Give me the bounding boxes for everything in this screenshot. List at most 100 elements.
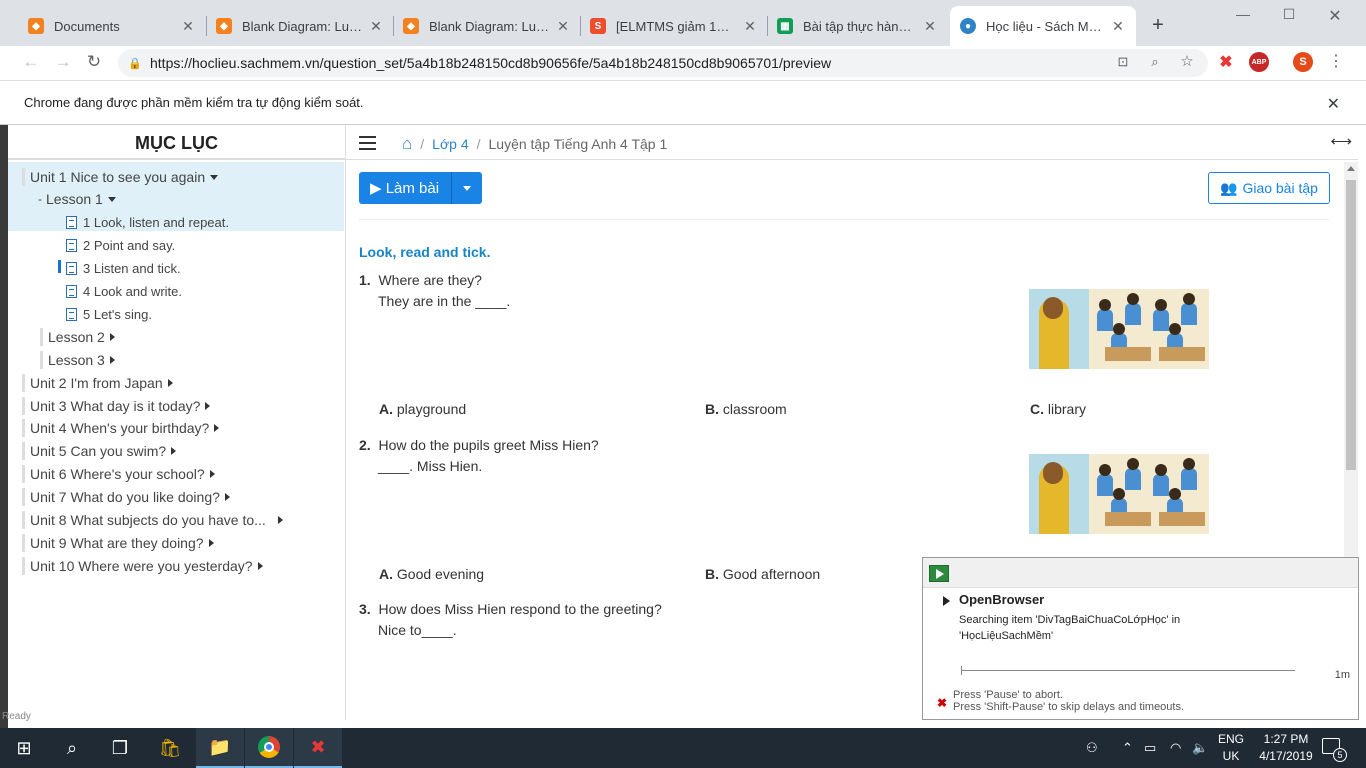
- lucidchart-icon: ◆: [403, 18, 419, 34]
- people-icon[interactable]: ⚇: [1086, 740, 1098, 756]
- close-window-button[interactable]: ✕: [1320, 6, 1350, 26]
- hamburger-menu-icon[interactable]: [359, 136, 376, 154]
- document-icon: [66, 307, 77, 321]
- sidebar-item-lesson-2[interactable]: Lesson 2: [40, 326, 115, 348]
- chevron-up-icon[interactable]: ⌃: [1122, 740, 1133, 756]
- abort-icon: ✖: [937, 696, 948, 710]
- close-icon[interactable]: ✕: [922, 18, 938, 35]
- sidebar-item-lesson-3[interactable]: Lesson 3: [40, 349, 115, 371]
- close-icon[interactable]: ✕: [555, 18, 571, 35]
- search-icon[interactable]: ⌕: [48, 728, 96, 768]
- expand-triangle-icon[interactable]: [943, 596, 950, 606]
- sidebar-item-unit-1[interactable]: Unit 1 Nice to see you again: [22, 166, 219, 188]
- lucidchart-icon: ◆: [216, 18, 232, 34]
- sidebar-item-unit-7[interactable]: Unit 7 What do you like doing?: [22, 486, 230, 508]
- users-icon: 👥: [1220, 179, 1238, 196]
- lock-icon: 🔒: [128, 58, 142, 70]
- sidebar-item-unit-3[interactable]: Unit 3 What day is it today?: [22, 395, 211, 417]
- forward-button[interactable]: →: [52, 52, 74, 72]
- caret-down-icon: [210, 174, 219, 180]
- breadcrumb-grade[interactable]: Lớp 4: [432, 136, 468, 152]
- chrome-icon[interactable]: [245, 728, 293, 768]
- sidebar-item-look-and-write[interactable]: 4 Look and write.: [66, 280, 182, 302]
- automation-tool-icon[interactable]: ✖: [294, 728, 342, 768]
- close-icon[interactable]: ✕: [1327, 94, 1340, 114]
- question-3-prompt: Nice to____.: [378, 622, 457, 638]
- caret-right-icon: [167, 379, 173, 387]
- tab-hoclieu[interactable]: ● Học liệu - Sách Mềm ✕: [950, 6, 1136, 46]
- sidebar-item-unit-2[interactable]: Unit 2 I'm from Japan: [22, 372, 173, 394]
- caret-right-icon: [109, 356, 115, 364]
- sidebar-item-listen-and-tick[interactable]: 3 Listen and tick.: [66, 257, 181, 279]
- option-1b[interactable]: B. classroom: [705, 401, 787, 417]
- question-2: 2. How do the pupils greet Miss Hien?: [359, 437, 599, 453]
- close-icon[interactable]: ✕: [180, 18, 196, 35]
- translate-icon[interactable]: ⊡: [1114, 54, 1132, 70]
- url-text: https://hoclieu.sachmem.vn/question_set/…: [150, 55, 832, 71]
- sidebar-item-point-and-say[interactable]: 2 Point and say.: [66, 234, 175, 256]
- sidebar-item-lesson-1[interactable]: - Lesson 1: [38, 188, 116, 210]
- sidebar-item-lets-sing[interactable]: 5 Let's sing.: [66, 303, 152, 325]
- infobar-text: Chrome đang được phần mềm kiểm tra tự độ…: [24, 95, 364, 110]
- address-bar[interactable]: 🔒 https://hoclieu.sachmem.vn/question_se…: [118, 49, 1208, 77]
- sidebar-item-look-listen-repeat[interactable]: 1 Look, listen and repeat.: [66, 211, 229, 233]
- new-tab-button[interactable]: +: [1148, 14, 1168, 37]
- sidebar: MỤC LỤC Unit 1 Nice to see you again - Le…: [8, 126, 346, 720]
- wifi-icon[interactable]: ◠: [1170, 740, 1181, 756]
- bookmark-star-icon[interactable]: ☆: [1178, 52, 1196, 70]
- sidebar-item-unit-9[interactable]: Unit 9 What are they doing?: [22, 532, 214, 554]
- windows-taskbar: ⊞ ⌕ ❐ 🛍 📁 ✖ ⚇ ⌃ ▭ ◠ 🔈 ENG UK 1:27 PM 4/17/…: [0, 728, 1366, 768]
- home-icon[interactable]: ⌂: [402, 134, 412, 154]
- file-explorer-icon[interactable]: 📁: [196, 728, 244, 768]
- option-2a[interactable]: A. Good evening: [379, 566, 484, 582]
- tab-documents[interactable]: ◆ Documents ✕: [18, 6, 206, 46]
- clock[interactable]: 1:27 PM 4/17/2019: [1258, 731, 1314, 765]
- profile-avatar[interactable]: S: [1293, 52, 1313, 72]
- dropdown-toggle[interactable]: [452, 172, 482, 204]
- windows-start-icon[interactable]: ⊞: [0, 728, 48, 768]
- close-icon[interactable]: ✕: [368, 18, 384, 35]
- battery-icon[interactable]: ▭: [1144, 740, 1156, 756]
- do-exercise-button[interactable]: ▶ Làm bài: [359, 172, 483, 204]
- caret-right-icon: [171, 447, 177, 455]
- volume-icon[interactable]: 🔈: [1192, 740, 1208, 756]
- question-1: 1. Where are they?: [359, 272, 482, 288]
- reload-button[interactable]: ↻: [83, 52, 105, 72]
- progress-track: [961, 666, 1295, 675]
- back-button[interactable]: ←: [20, 52, 42, 72]
- exercise-instruction: Look, read and tick.: [359, 244, 491, 260]
- minimize-button[interactable]: —: [1228, 6, 1258, 22]
- sidebar-item-unit-8[interactable]: Unit 8 What subjects do you have to...: [22, 509, 283, 531]
- language-indicator[interactable]: ENG UK: [1218, 731, 1244, 765]
- option-2b[interactable]: B. Good afternoon: [705, 566, 820, 582]
- tab-strip: ◆ Documents ✕ ◆ Blank Diagram: Lucidch ✕…: [0, 0, 1366, 46]
- extension-icon[interactable]: ✖: [1216, 52, 1236, 72]
- tab-blank-diagram-1[interactable]: ◆ Blank Diagram: Lucidch ✕: [206, 6, 394, 46]
- tab-title: Học liệu - Sách Mềm: [986, 18, 1104, 34]
- maximize-button[interactable]: ☐: [1274, 6, 1304, 23]
- tab-title: [ELMTMS giảm 10%] P: [616, 18, 736, 34]
- document-icon: [66, 284, 77, 298]
- adblock-plus-icon[interactable]: ABP: [1249, 52, 1269, 72]
- sidebar-item-unit-5[interactable]: Unit 5 Can you swim?: [22, 440, 177, 462]
- option-1a[interactable]: A. playground: [379, 401, 466, 417]
- sidebar-item-unit-6[interactable]: Unit 6 Where's your school?: [22, 463, 215, 485]
- close-icon[interactable]: ✕: [1110, 18, 1126, 35]
- hoclieu-icon: ●: [960, 18, 976, 34]
- task-view-icon[interactable]: ❐: [96, 728, 144, 768]
- step-title: OpenBrowser: [959, 592, 1045, 607]
- assign-homework-button[interactable]: 👥 Giao bài tập: [1208, 172, 1330, 204]
- sidebar-item-unit-10[interactable]: Unit 10 Where were you yesterday?: [22, 555, 263, 577]
- zoom-icon[interactable]: ⌕: [1146, 54, 1164, 70]
- menu-icon[interactable]: ⋮: [1327, 51, 1345, 71]
- close-icon[interactable]: ✕: [742, 18, 758, 35]
- store-icon[interactable]: 🛍: [146, 728, 194, 768]
- sidebar-item-unit-4[interactable]: Unit 4 When's your birthday?: [22, 417, 220, 439]
- expand-arrows-icon[interactable]: ⟷: [1330, 132, 1352, 150]
- option-1c[interactable]: C. library: [1030, 401, 1086, 417]
- caret-right-icon: [109, 333, 115, 341]
- tab-blank-diagram-2[interactable]: ◆ Blank Diagram: Lucidch ✕: [393, 6, 581, 46]
- tab-shopee[interactable]: S [ELMTMS giảm 10%] P ✕: [580, 6, 768, 46]
- caret-right-icon: [277, 516, 283, 524]
- tab-sheets[interactable]: ▦ Bài tập thực hành kiểm ✕: [767, 6, 948, 46]
